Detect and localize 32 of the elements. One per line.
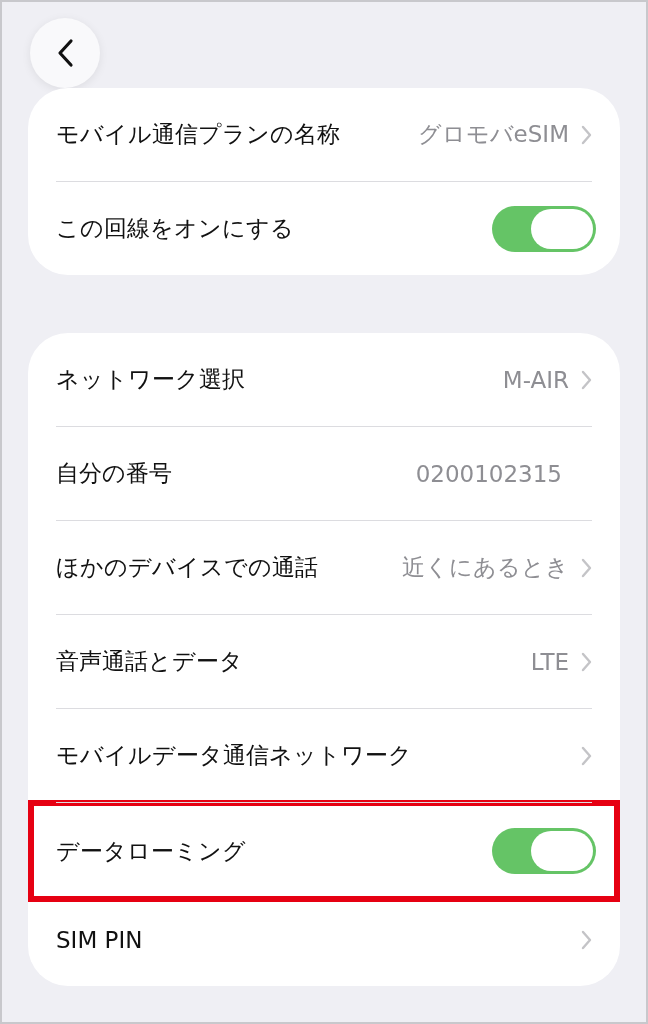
- row-value: M-AIR: [502, 366, 569, 393]
- toggle-switch[interactable]: [492, 205, 596, 252]
- chevron-icon: [581, 557, 592, 578]
- row-label: この回線をオンにする: [56, 214, 294, 243]
- chevron-icon: [581, 369, 592, 390]
- chevron-icon: [581, 745, 592, 766]
- settings-row[interactable]: ネットワーク選択 M-AIR: [56, 333, 592, 427]
- settings-row[interactable]: モバイル通信プランの名称 グロモバeSIM: [56, 88, 592, 182]
- row-label: 音声通話とデータ: [56, 647, 243, 676]
- row-label: モバイルデータ通信ネットワーク: [56, 741, 412, 770]
- chevron-icon: [581, 651, 592, 672]
- row-value: 近くにあるとき: [402, 553, 569, 582]
- row-label: ほかのデバイスでの通話: [56, 553, 318, 582]
- settings-row[interactable]: SIM PIN: [56, 893, 592, 986]
- row-label: ネットワーク選択: [56, 365, 245, 394]
- settings-row[interactable]: ほかのデバイスでの通話 近くにあるとき: [56, 521, 592, 615]
- row-label: SIM PIN: [56, 926, 143, 953]
- row-value: グロモバeSIM: [417, 120, 569, 149]
- chevron-icon: [581, 124, 592, 145]
- row-label: データローミング: [56, 836, 246, 866]
- settings-row[interactable]: モバイルデータ通信ネットワーク: [56, 709, 592, 803]
- row-value: 0200102315: [415, 460, 562, 487]
- settings-row[interactable]: 自分の番号 0200102315: [56, 427, 592, 521]
- row-value: LTE: [530, 648, 569, 675]
- row-label: 自分の番号: [56, 459, 172, 488]
- settings-row[interactable]: 音声通話とデータ LTE: [56, 615, 592, 709]
- chevron-icon: [581, 929, 592, 950]
- row-label: モバイル通信プランの名称: [56, 120, 340, 149]
- settings-row[interactable]: この回線をオンにする: [56, 182, 592, 275]
- settings-row[interactable]: データローミング: [56, 806, 592, 896]
- back-icon: [56, 38, 74, 68]
- toggle-switch[interactable]: [492, 828, 596, 874]
